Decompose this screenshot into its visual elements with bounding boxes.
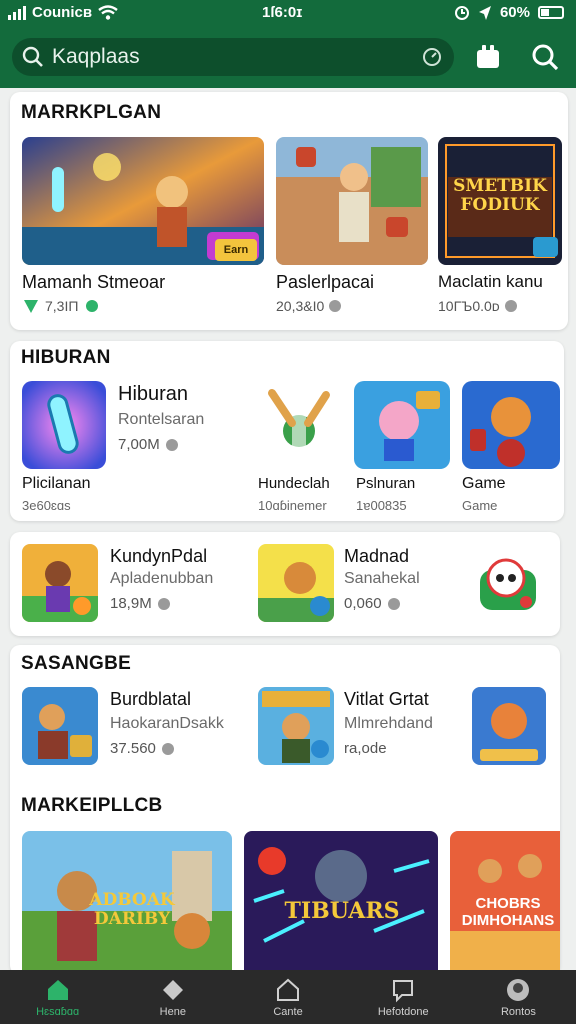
app-size: 3е60ɛɑs <box>22 498 71 513</box>
nav-item-house[interactable]: Cante <box>230 970 345 1024</box>
section-marketplace: MARRKPLGAN Earn SMETBIK FODIUK Mamanh St… <box>10 92 568 330</box>
game-meta: 7,3IΠ <box>22 298 101 314</box>
game-meta: 20,3&I0 <box>276 298 342 314</box>
app-subtitle: Rontelsaran <box>118 411 205 428</box>
clock: 1ſ6:0ɪ <box>262 4 303 21</box>
app-title[interactable]: KundynPdal <box>110 546 207 567</box>
home-icon <box>47 979 68 1000</box>
app-size: 10ɑɓinemer <box>258 498 327 513</box>
info-icon <box>165 438 178 451</box>
wifi-icon <box>98 4 118 20</box>
earn-badge: Earn <box>215 239 257 261</box>
app-size: 18,9M <box>110 595 170 612</box>
info-icon <box>329 300 342 312</box>
banner-text: CHOBRS DIMHOHANS <box>461 895 555 929</box>
game-meta: 10ΓЪ0.0ᴅ <box>438 298 517 314</box>
app-icon[interactable] <box>22 544 98 622</box>
app-size: 7,00M <box>118 436 178 453</box>
app-icon[interactable] <box>462 381 560 469</box>
app-size: ra,ode <box>344 740 387 757</box>
signal-icon <box>8 5 26 20</box>
section-hiburan: HIBURAN Hiburan Rontelsaran 7,00M Plicil… <box>10 341 564 521</box>
app-title[interactable]: Plicilanan <box>22 475 90 493</box>
app-icon[interactable] <box>22 687 98 765</box>
game-title[interactable]: Paslerlpacai <box>276 272 374 293</box>
nav-label: Hefotdone <box>377 1005 429 1018</box>
app-size: 0,060 <box>344 595 400 612</box>
alarm-icon <box>454 5 469 20</box>
app-title[interactable]: Burdblatal <box>110 689 191 710</box>
app-title[interactable]: Madnad <box>344 546 409 567</box>
nav-label: Hɛsɑɓɑɑ <box>36 1005 80 1018</box>
nav-item-chat[interactable]: Hefotdone <box>346 970 461 1024</box>
search-icon <box>22 46 43 67</box>
game-title[interactable]: Mamanh Stmeoar <box>22 272 165 293</box>
app-icon[interactable] <box>474 548 544 618</box>
info-icon <box>504 300 517 312</box>
mic-icon[interactable] <box>422 47 442 67</box>
search-icon[interactable] <box>530 42 560 72</box>
app-title[interactable]: Hundeclah <box>258 475 330 492</box>
app-title[interactable]: Pslnuran <box>356 475 415 492</box>
nav-label: Rontos <box>500 1005 536 1018</box>
app-icon[interactable] <box>262 383 336 461</box>
shield-icon <box>24 300 38 313</box>
profile-icon <box>507 978 530 1001</box>
nav-label: Cante <box>273 1005 303 1018</box>
game-thumbnail[interactable] <box>276 137 428 265</box>
leaf-icon <box>86 300 99 312</box>
house-outline-icon <box>277 978 299 1001</box>
nav-label: Hene <box>159 1005 186 1018</box>
nav-item-profile[interactable]: Rontos <box>461 970 576 1024</box>
app-title[interactable]: Vitlat Grtat <box>344 689 429 710</box>
app-subtitle: Mlmrehdand <box>344 715 433 732</box>
top-app-bar: Counicʙ 1ſ6:0ɪ 60% Kaqplaas <box>0 0 576 88</box>
section-title: MARKEIPLLCB <box>21 795 163 816</box>
battery-percent: 60% <box>499 4 530 21</box>
app-title[interactable]: Hiburan <box>118 383 188 406</box>
section-apps: KundynPdal Apladenubban 18,9M Madnad San… <box>10 532 560 636</box>
info-icon <box>157 597 170 610</box>
banner-text: SMETBIK FODIUK <box>453 176 547 215</box>
info-icon <box>161 742 174 755</box>
nav-item-tag[interactable]: Hene <box>115 970 230 1024</box>
section-title: SASANGBE <box>21 653 132 674</box>
section-title: HIBURAN <box>21 347 111 368</box>
store-icon[interactable] <box>473 42 503 72</box>
tag-icon <box>162 979 183 1000</box>
app-icon[interactable] <box>472 687 546 765</box>
app-size: 1ɐ00835 <box>356 498 407 513</box>
banner-text: ADBOAK DARIBY <box>89 890 175 929</box>
app-subtitle: Sanahekal <box>344 570 420 587</box>
search-input[interactable]: Kaqplaas <box>52 45 140 69</box>
chat-icon <box>393 979 414 1002</box>
battery-icon <box>538 6 564 19</box>
bottom-navigation: Hɛsɑɓɑɑ Hene Cante Hefotdone Rontos <box>0 970 576 1024</box>
location-icon <box>478 5 491 20</box>
section-title: MARRKPLGAN <box>21 102 162 123</box>
app-icon[interactable] <box>22 381 106 469</box>
app-title[interactable]: Game <box>462 475 506 493</box>
info-icon <box>387 597 400 610</box>
app-icon[interactable] <box>258 687 334 765</box>
section-sasangbe: SASANGBE Burdblatal HaokaranDsakk 37.560… <box>10 645 560 975</box>
app-size: 37.560 <box>110 740 174 757</box>
search-bar[interactable]: Kaqplaas <box>12 38 454 76</box>
status-bar: Counicʙ 1ſ6:0ɪ 60% <box>0 0 576 28</box>
nav-item-home[interactable]: Hɛsɑɓɑɑ <box>0 970 115 1024</box>
app-subtitle: HaokaranDsakk <box>110 715 224 732</box>
app-subtitle: Apladenubban <box>110 570 214 587</box>
carrier-label: Counicʙ <box>32 4 93 21</box>
app-icon[interactable] <box>258 544 334 622</box>
banner-text: TIBUARS <box>284 898 400 924</box>
app-size: Game <box>462 498 498 513</box>
app-icon[interactable] <box>354 381 450 469</box>
game-title[interactable]: Maclatin kanu <box>438 272 543 292</box>
